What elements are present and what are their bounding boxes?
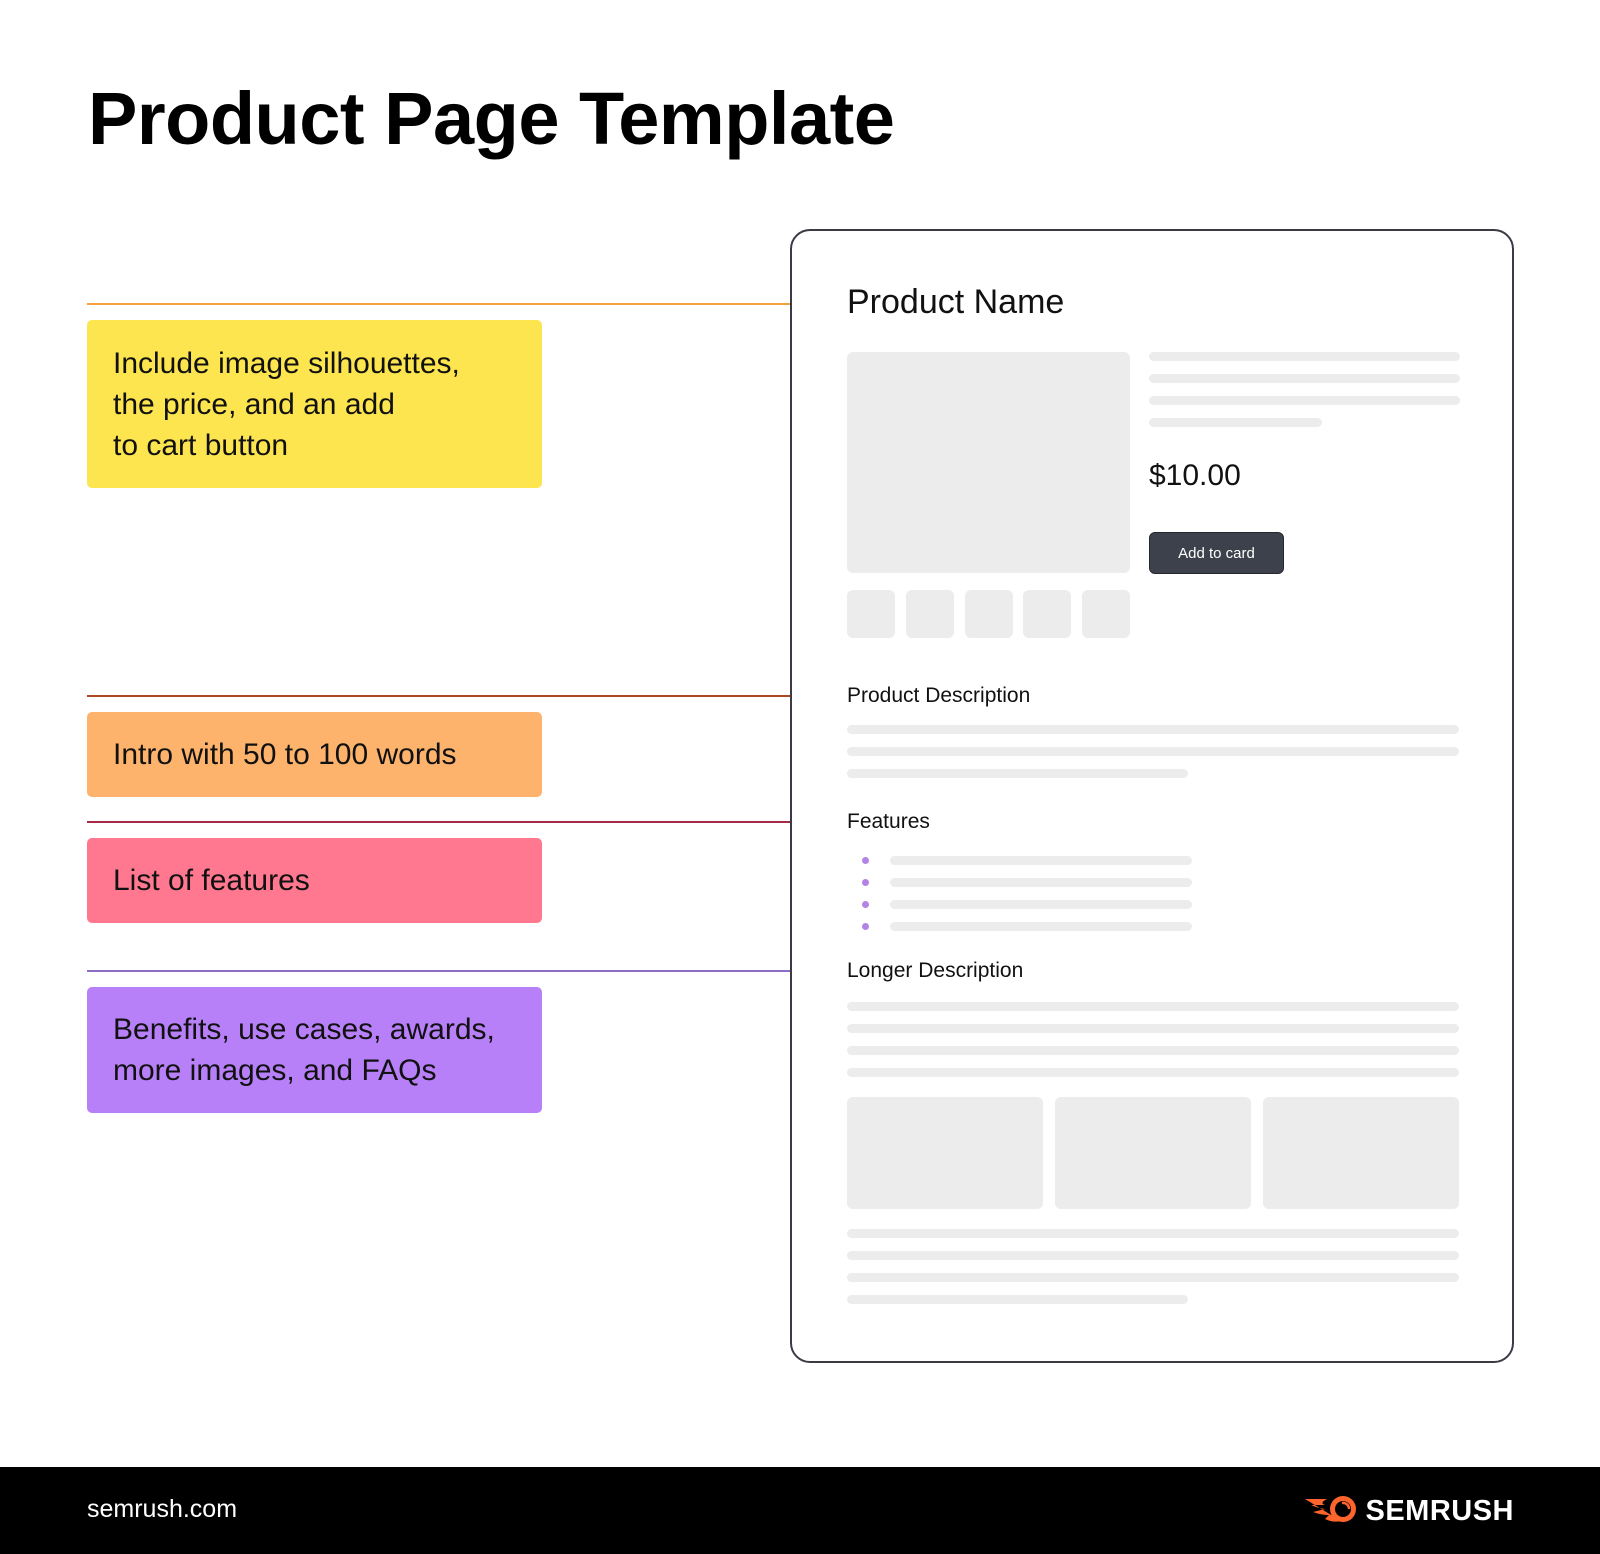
main-image-placeholder bbox=[847, 352, 1130, 573]
feature-line bbox=[890, 922, 1192, 931]
thumbnail-placeholder bbox=[847, 590, 895, 638]
summary-line bbox=[1149, 374, 1460, 383]
annotation-text: Include image silhouettes, the price, an… bbox=[113, 346, 460, 462]
gallery-image-placeholder bbox=[1055, 1097, 1251, 1209]
description-line bbox=[847, 725, 1459, 734]
add-to-cart-button[interactable]: Add to card bbox=[1149, 532, 1284, 574]
thumbnail-placeholder bbox=[1023, 590, 1071, 638]
longer-line bbox=[847, 1046, 1459, 1055]
thumbnail-placeholder bbox=[1082, 590, 1130, 638]
longer-line bbox=[847, 1251, 1459, 1260]
bullet-icon bbox=[862, 879, 869, 886]
annotation-features: List of features bbox=[87, 838, 542, 923]
connector-line-product-name bbox=[87, 303, 825, 305]
annotation-product-description: Intro with 50 to 100 words bbox=[87, 712, 542, 797]
product-page-mockup: Product Name $10.00 Add to card Product … bbox=[790, 229, 1514, 1363]
thumbnail-placeholder bbox=[906, 590, 954, 638]
semrush-fireball-icon bbox=[1303, 1493, 1359, 1530]
gallery-image-placeholder bbox=[847, 1097, 1043, 1209]
footer: semrush.com SEMRUSH bbox=[0, 1467, 1600, 1554]
semrush-wordmark: SEMRUSH bbox=[1365, 1495, 1514, 1527]
feature-line bbox=[890, 856, 1192, 865]
feature-line bbox=[890, 900, 1192, 909]
annotation-text: Benefits, use cases, awards, more images… bbox=[113, 1013, 495, 1087]
thumbnail-placeholder bbox=[965, 590, 1013, 638]
infographic-page: Product Page Template Include image silh… bbox=[0, 0, 1600, 1554]
longer-line bbox=[847, 1002, 1459, 1011]
longer-line bbox=[847, 1068, 1459, 1077]
section-title-features: Features bbox=[847, 810, 930, 833]
bullet-icon bbox=[862, 923, 869, 930]
bullet-icon bbox=[862, 901, 869, 908]
annotation-longer-description: Benefits, use cases, awards, more images… bbox=[87, 987, 542, 1113]
page-title: Product Page Template bbox=[88, 77, 895, 160]
summary-line bbox=[1149, 352, 1460, 361]
connector-line-features bbox=[87, 821, 825, 823]
longer-line bbox=[847, 1273, 1459, 1282]
connector-line-description bbox=[87, 695, 825, 697]
bullet-icon bbox=[862, 857, 869, 864]
price: $10.00 bbox=[1149, 459, 1241, 492]
section-title-description: Product Description bbox=[847, 684, 1031, 707]
section-title-longer-description: Longer Description bbox=[847, 959, 1024, 982]
description-line bbox=[847, 747, 1459, 756]
gallery-image-placeholder bbox=[1263, 1097, 1459, 1209]
longer-line bbox=[847, 1295, 1188, 1304]
annotation-text: List of features bbox=[113, 864, 310, 897]
mockup-product-name: Product Name bbox=[847, 283, 1065, 321]
summary-line bbox=[1149, 396, 1460, 405]
feature-line bbox=[890, 878, 1192, 887]
description-line bbox=[847, 769, 1188, 778]
annotation-product-name: Include image silhouettes, the price, an… bbox=[87, 320, 542, 488]
semrush-logo[interactable]: SEMRUSH bbox=[1303, 1493, 1514, 1530]
connector-line-longer-description bbox=[87, 970, 825, 972]
longer-line bbox=[847, 1024, 1459, 1033]
longer-line bbox=[847, 1229, 1459, 1238]
summary-line bbox=[1149, 418, 1322, 427]
footer-site-link[interactable]: semrush.com bbox=[87, 1495, 237, 1524]
annotation-text: Intro with 50 to 100 words bbox=[113, 738, 457, 771]
